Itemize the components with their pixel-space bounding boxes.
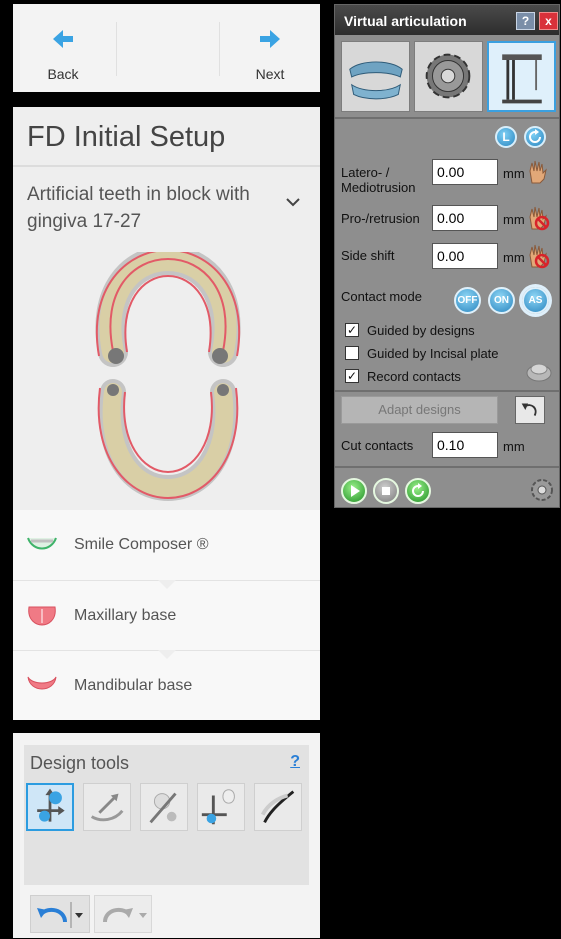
virtual-articulation-panel: Virtual articulation ? x L Latero- / Med…: [334, 4, 560, 508]
sculpt-icon: [90, 793, 124, 822]
mandibular-base-icon: [27, 676, 57, 690]
tab-articulator[interactable]: [487, 41, 556, 112]
smile-icon: [27, 537, 57, 550]
contact-mode-label: Contact mode: [341, 289, 422, 304]
contact-mode-as-button[interactable]: AS: [522, 287, 549, 314]
arrow-right-icon: [260, 30, 280, 48]
mandibular-base-label: Mandibular base: [74, 677, 193, 694]
latero-unit: mm: [503, 166, 525, 181]
latero-label: Latero- /: [341, 165, 390, 180]
cut-contacts-unit: mm: [503, 439, 525, 454]
row-notch: [158, 650, 176, 659]
tooth-tool-button[interactable]: [140, 783, 188, 831]
teeth-set-selected: Artificial teeth in block with gingiva 1…: [27, 184, 250, 232]
refresh-icon: [529, 129, 541, 143]
record-contacts-checkbox[interactable]: ✓: [345, 369, 359, 383]
knife-tool-button[interactable]: [254, 783, 302, 831]
guided-by-designs-checkbox[interactable]: ✓: [345, 323, 359, 337]
stop-button[interactable]: [373, 478, 399, 504]
side-shift-label: Side shift: [341, 248, 395, 263]
gear-icon[interactable]: [529, 477, 555, 503]
mandibular-base-item[interactable]: Mandibular base: [13, 650, 320, 720]
gear-icon: [425, 53, 471, 99]
design-tools-title: Design tools: [30, 753, 130, 773]
close-button[interactable]: x: [539, 12, 558, 30]
stop-icon: [382, 487, 390, 495]
section-divider: [335, 390, 559, 392]
play-button[interactable]: [341, 478, 367, 504]
repeat-icon: [412, 483, 424, 497]
guided-by-incisal-plate-label: Guided by Incisal plate: [367, 346, 499, 361]
latero-input[interactable]: [432, 159, 498, 185]
next-button[interactable]: Next: [220, 4, 320, 92]
contact-mode-on-button[interactable]: ON: [488, 287, 515, 314]
sculpt-tool-button[interactable]: [83, 783, 131, 831]
articulator-icon: [502, 54, 542, 104]
back-button[interactable]: Back: [13, 4, 113, 92]
navigation-card: Back Next: [13, 4, 320, 92]
mediotrusion-label: Mediotrusion: [341, 180, 416, 195]
section-divider: [335, 466, 559, 468]
help-button[interactable]: ?: [516, 12, 535, 30]
maxillary-base-item[interactable]: Maxillary base: [13, 580, 320, 650]
next-label: Next: [255, 66, 285, 82]
move-tool-button[interactable]: [26, 783, 74, 831]
nav-divider: [116, 22, 117, 76]
tab-articulator-models[interactable]: [341, 41, 410, 112]
hand-icon[interactable]: [524, 159, 550, 185]
tooth-adjust-icon: [149, 792, 177, 824]
contact-mode-off-button[interactable]: OFF: [454, 287, 481, 314]
setup-card: FD Initial Setup Artificial teeth in blo…: [13, 107, 320, 720]
side-shift-input[interactable]: [432, 243, 498, 269]
panel-titlebar[interactable]: Virtual articulation ? x: [335, 5, 559, 35]
record-contacts-label: Record contacts: [367, 369, 461, 384]
cut-contacts-input[interactable]: [432, 432, 498, 458]
smile-composer-item[interactable]: Smile Composer ®: [13, 510, 320, 580]
pro-retrusion-input[interactable]: [432, 205, 498, 231]
maxillary-base-label: Maxillary base: [74, 607, 177, 624]
play-icon: [351, 485, 360, 497]
left-side-button[interactable]: L: [495, 126, 517, 148]
pro-retrusion-label: Pro-/retrusion: [341, 211, 420, 226]
move-arrows-icon: [37, 788, 65, 822]
maxillary-base-icon: [28, 606, 56, 626]
row-notch: [158, 580, 176, 589]
reset-view-button[interactable]: [524, 126, 546, 148]
adapt-designs-button[interactable]: Adapt designs: [341, 396, 498, 424]
smile-composer-label: Smile Composer ®: [74, 536, 209, 553]
redo-button[interactable]: [94, 895, 152, 933]
tooth-move-icon: [201, 789, 235, 825]
undo-arrow-icon: [521, 403, 537, 416]
back-label: Back: [47, 66, 79, 82]
mandibular-arch: [97, 379, 239, 502]
tab-settings[interactable]: [414, 41, 483, 112]
rotate-tool-button[interactable]: [197, 783, 245, 831]
undo-button[interactable]: [30, 895, 90, 933]
teeth-set-dropdown[interactable]: Artificial teeth in block with gingiva 1…: [13, 169, 320, 239]
guided-by-incisal-plate-checkbox[interactable]: [345, 346, 359, 360]
repeat-button[interactable]: [405, 478, 431, 504]
undo-icon: [37, 902, 83, 928]
guided-by-designs-label: Guided by designs: [367, 323, 475, 338]
dental-arch-preview[interactable]: [83, 252, 253, 502]
knife-icon: [260, 790, 295, 823]
design-tools-card: Design tools ?: [13, 733, 320, 938]
page-title: FD Initial Setup: [27, 121, 226, 153]
chevron-down-icon: [286, 198, 300, 207]
jaw-models-icon: [349, 61, 403, 100]
hand-disabled-icon[interactable]: [524, 243, 550, 269]
panel-title: Virtual articulation: [344, 13, 467, 29]
incisal-plate-icon[interactable]: [525, 357, 553, 385]
arrow-left-icon: [53, 30, 73, 48]
undo-adapt-button[interactable]: [515, 396, 545, 424]
redo-icon: [103, 907, 147, 923]
maxillary-arch: [95, 252, 241, 367]
help-link[interactable]: ?: [290, 753, 300, 771]
cut-contacts-label: Cut contacts: [341, 438, 414, 453]
section-divider: [335, 117, 559, 119]
hand-disabled-icon[interactable]: [524, 205, 550, 231]
pro-retrusion-unit: mm: [503, 212, 525, 227]
title-divider: [13, 165, 320, 167]
side-shift-unit: mm: [503, 250, 525, 265]
